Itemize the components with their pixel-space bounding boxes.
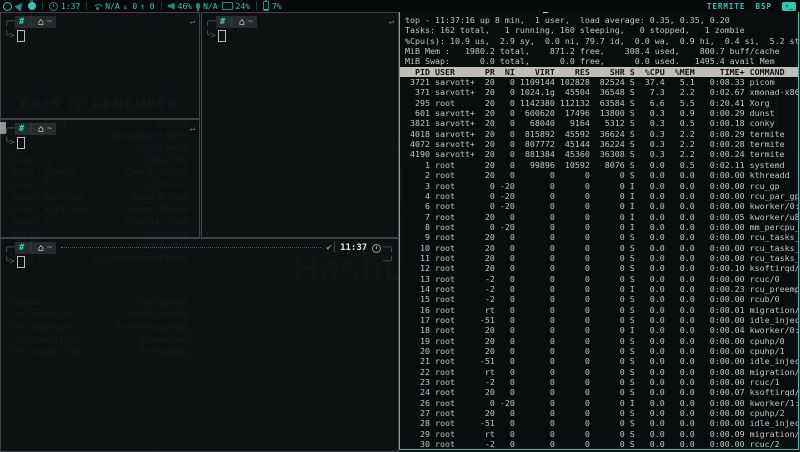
top-process-rows: 3721 sarvott+ 20 0 1109144 102828 82524 … xyxy=(405,77,798,449)
terminal-window-topleft[interactable]: ╭─#│⌂~↵ ╰> xyxy=(0,12,200,119)
terminal-cursor xyxy=(17,137,25,149)
bar-separator xyxy=(161,2,162,10)
float-indicator-icon xyxy=(0,122,6,134)
bar-separator xyxy=(256,2,257,10)
prompt-hash-segment: # xyxy=(15,16,28,28)
top-table-header: PID USER PR NI VIRT RES SHR S %CPU %MEM … xyxy=(400,67,798,77)
brightness-module[interactable]: 24% xyxy=(222,2,250,11)
status-bar: 1:37 N/A ↓ 0 ↑ 0 46% N/A 24% xyxy=(0,0,800,12)
launcher-icon[interactable] xyxy=(14,0,25,11)
volume-module[interactable]: 46% xyxy=(168,2,192,11)
network-up: ↑ 0 xyxy=(140,2,154,11)
prompt-path: ~ xyxy=(248,17,253,27)
home-icon: ⌂ xyxy=(38,124,44,135)
return-glyph-icon: ↵ xyxy=(389,17,394,27)
prompt-dotted-fill xyxy=(61,247,321,249)
clock-module[interactable]: 1:37 xyxy=(49,2,80,11)
prompt-status-separator: │ xyxy=(332,243,337,253)
shell-prompt: ╭─#│⌂~↵ xyxy=(1,120,199,136)
terminal-window-bottom[interactable]: ╭─#│⌂~✔│11:37─╮ ╰>─╯ xyxy=(0,238,399,452)
pomodoro-icon[interactable] xyxy=(28,2,36,10)
terminal-cursor xyxy=(17,30,25,42)
speaker-icon xyxy=(168,3,175,10)
shell-prompt-line2: ╰>─╯ xyxy=(1,255,398,269)
logo-icon[interactable] xyxy=(3,2,12,11)
terminal-cursor xyxy=(17,256,25,268)
wm-terminal-label: TERMITE xyxy=(707,2,746,11)
prompt-path-segment: ⌂~ xyxy=(235,16,257,28)
network-down: ↓ 0 xyxy=(123,2,137,11)
prompt-hash-segment: # xyxy=(216,16,229,28)
prompt-corner: ╭─ xyxy=(205,17,216,27)
top-summary: top - 11:37:16 up 8 min, 1 user, load av… xyxy=(405,15,798,67)
brightness-value: 24% xyxy=(236,2,250,11)
bar-separator xyxy=(86,2,87,10)
shell-prompt-line2: ╰> xyxy=(202,29,398,43)
mic-icon xyxy=(196,3,200,9)
return-glyph-icon: ↵ xyxy=(190,124,195,134)
wm-layout-label: BSP xyxy=(755,2,772,11)
top-output: top - 11:37:16 up 8 min, 1 user, load av… xyxy=(400,12,798,449)
prompt-path: ~ xyxy=(47,124,52,134)
home-icon: ⌂ xyxy=(239,17,245,28)
prompt-corner: ╭─ xyxy=(4,17,15,27)
top-table-header-text: PID USER PR NI VIRT RES SHR S %CPU %MEM … xyxy=(405,67,798,77)
mic-module[interactable]: N/A xyxy=(196,2,217,11)
home-icon: ⌂ xyxy=(38,17,44,28)
shell-prompt-line2: ╰> xyxy=(1,29,199,43)
shell-prompt: ╭─#│⌂~✔│11:37─╮ xyxy=(1,239,398,255)
clock-value: 1:37 xyxy=(61,2,80,11)
network-module[interactable]: N/A ↓ 0 ↑ 0 xyxy=(93,2,154,11)
prompt-hash-segment: # xyxy=(15,242,28,254)
battery-module[interactable]: 7% xyxy=(263,1,282,11)
prompt-path: ~ xyxy=(47,17,52,27)
display-icon xyxy=(222,2,233,10)
terminal-window-middle[interactable]: ╭─#│⌂~↵ ╰> xyxy=(201,12,399,238)
prompt-time: 11:37 xyxy=(340,243,367,253)
shell-prompt: ╭─#│⌂~↵ xyxy=(1,13,199,29)
mic-value: N/A xyxy=(203,2,217,11)
terminal-window-left-lower[interactable]: ╭─#│⌂~↵ ╰> xyxy=(0,119,200,238)
prompt-path-segment: ⌂~ xyxy=(34,242,56,254)
bar-separator xyxy=(42,2,43,10)
shell-prompt: ╭─#│⌂~↵ xyxy=(202,13,398,29)
prompt-corner: ╭─ xyxy=(4,243,15,253)
prompt-hash-segment: # xyxy=(15,123,28,135)
terminal-window-top-process-monitor[interactable]: top - 11:37:16 up 8 min, 1 user, load av… xyxy=(399,11,799,450)
terminal-launcher-icon[interactable]: ›_ xyxy=(782,2,796,11)
prompt-path-segment: ⌂~ xyxy=(34,16,56,28)
volume-value: 46% xyxy=(178,2,192,11)
clock-icon xyxy=(49,2,58,11)
wifi-icon xyxy=(93,3,102,10)
return-glyph-icon: ↵ xyxy=(190,17,195,27)
network-ssid: N/A xyxy=(105,2,119,11)
battery-icon xyxy=(263,1,269,11)
clock-icon xyxy=(372,244,381,253)
battery-value: 7% xyxy=(272,2,282,11)
prompt-path: ~ xyxy=(47,243,52,253)
prompt-path-segment: ⌂~ xyxy=(34,123,56,135)
terminal-cursor xyxy=(218,30,226,42)
desktop: KEYS TO REMEMBER [Sup] + EnterTerminalAp… xyxy=(0,0,800,452)
shell-prompt-line2: ╰> xyxy=(1,136,199,150)
home-icon: ⌂ xyxy=(38,243,44,254)
